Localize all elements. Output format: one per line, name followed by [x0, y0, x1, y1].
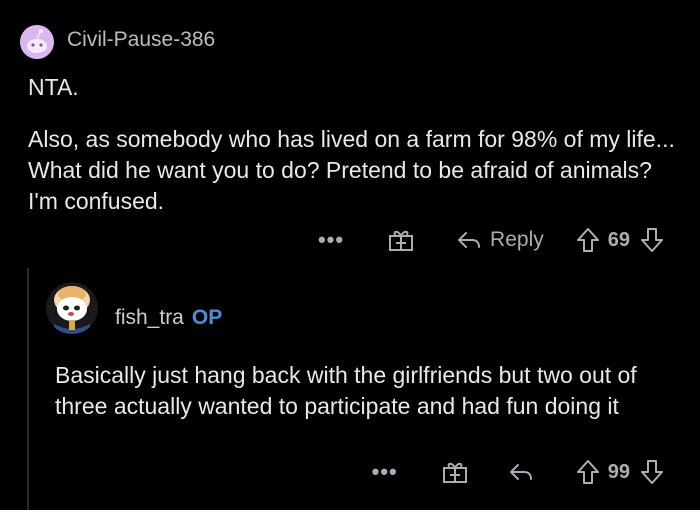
username[interactable]: Civil-Pause-386: [67, 28, 215, 52]
downvote-icon[interactable]: [640, 227, 664, 253]
custom-snoo-avatar-icon: [46, 282, 98, 334]
upvote-icon[interactable]: [576, 227, 600, 253]
comment-text: Basically just hang back with the girlfr…: [55, 362, 637, 419]
more-options-button[interactable]: •••: [318, 227, 344, 253]
op-badge: OP: [191, 306, 223, 329]
downvote-icon[interactable]: [640, 459, 664, 485]
user-avatar[interactable]: [46, 282, 98, 334]
reply-button[interactable]: [508, 462, 542, 482]
comment-paragraph: NTA.: [28, 74, 79, 100]
comment-actions: ••• Reply 69: [318, 223, 664, 257]
gift-icon[interactable]: [388, 228, 414, 252]
user-avatar[interactable]: [20, 25, 54, 59]
comment-paragraph: Also, as somebody who has lived on a far…: [28, 126, 675, 214]
comment-actions: ••• 99: [372, 455, 664, 489]
upvote-icon[interactable]: [576, 459, 600, 485]
vote-count: 69: [607, 228, 630, 251]
username-row: fish_tra OP: [115, 306, 222, 330]
reply-arrow-icon: [509, 464, 532, 480]
reply-label: Reply: [490, 228, 544, 251]
reddit-snoo-avatar-icon: [20, 25, 54, 59]
comment-civil-pause: Civil-Pause-386 NTA. Also, as somebody w…: [0, 0, 700, 265]
reply-button[interactable]: Reply: [456, 228, 544, 252]
username[interactable]: fish_tra: [115, 306, 184, 329]
vote-count: 99: [607, 460, 630, 483]
more-options-button[interactable]: •••: [372, 459, 398, 485]
gift-icon[interactable]: [442, 460, 468, 484]
reply-arrow-icon: [458, 232, 481, 248]
